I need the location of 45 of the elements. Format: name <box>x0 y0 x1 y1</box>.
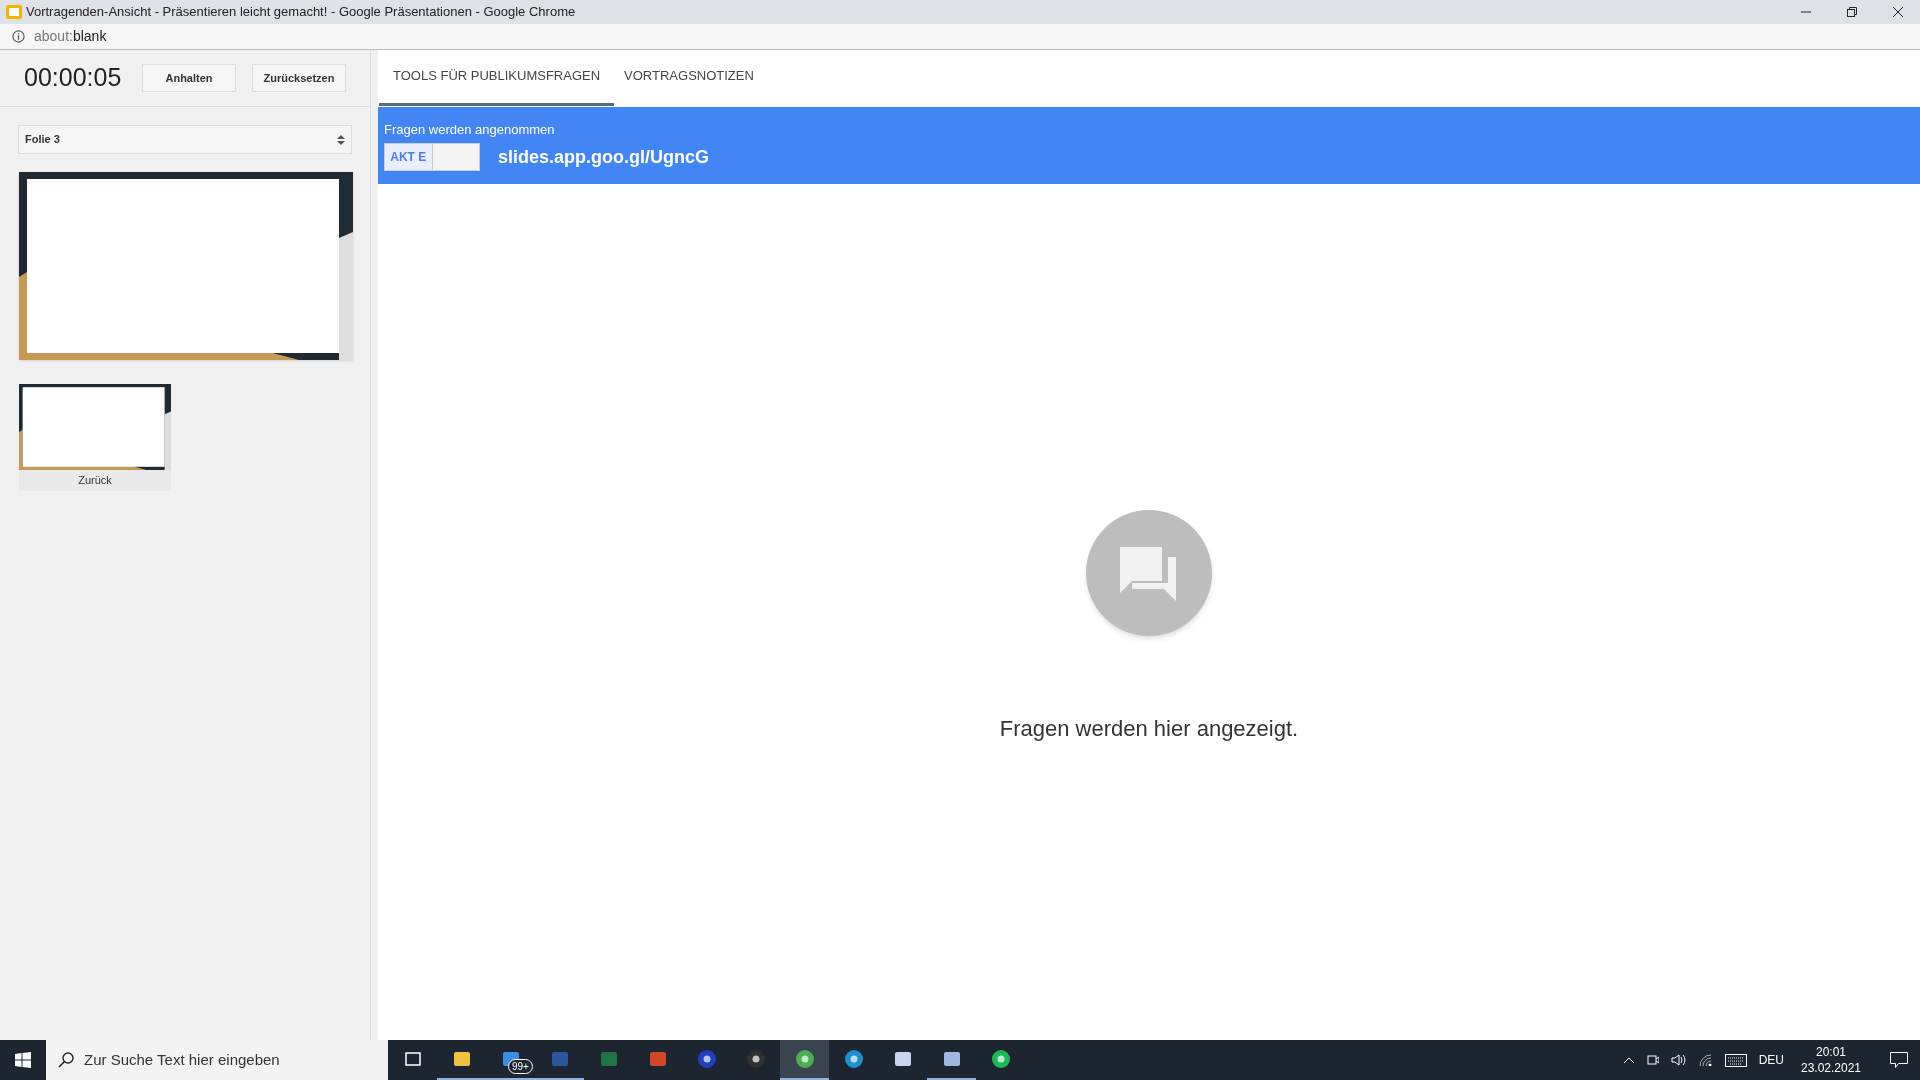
slide-select[interactable]: Folie 3 <box>18 125 352 154</box>
windows-start-icon[interactable] <box>15 1052 31 1068</box>
app-icon <box>647 1049 668 1069</box>
close-icon[interactable] <box>1892 6 1904 18</box>
slide-label: Zurück <box>78 473 112 488</box>
search-field[interactable]: Zur Suche Text hier eingeben <box>46 1040 388 1080</box>
slide-thumbnail[interactable] <box>19 384 171 470</box>
sort-arrows-icon <box>337 133 345 146</box>
wifi-icon[interactable] <box>1698 1054 1713 1066</box>
address-bar[interactable]: about:blank <box>0 24 1920 50</box>
notification-icon[interactable] <box>1890 1052 1908 1068</box>
taskbar-app[interactable] <box>780 1040 829 1080</box>
timer: 00:00:05 <box>24 62 123 94</box>
notification-badge: 99+ <box>508 1059 533 1074</box>
slide-thumbnail[interactable] <box>19 172 353 360</box>
app-icon <box>598 1049 619 1069</box>
app-icon <box>892 1049 913 1069</box>
speaker-icon[interactable] <box>1670 1053 1687 1067</box>
app-icon <box>941 1049 962 1069</box>
app-icon <box>696 1049 717 1069</box>
language-indicator[interactable]: DEU <box>1758 1051 1784 1069</box>
empty-message: Fragen werden hier angezeigt. <box>999 715 1299 743</box>
chevron-up-icon[interactable] <box>1622 1056 1635 1064</box>
app-icon <box>794 1049 815 1069</box>
tab[interactable]: VORTRAGSNOTIZEN <box>614 49 764 106</box>
slides-app-icon <box>6 5 22 19</box>
restore-icon[interactable] <box>1846 6 1858 18</box>
app-icon <box>843 1049 864 1069</box>
taskbar-app[interactable]: 99+ <box>486 1040 535 1080</box>
search-icon <box>58 1052 74 1068</box>
window-title: Vortragenden-Ansicht - Präsentieren leicht gemacht! - Google Präsentationen - Google Chrome <box>26 3 576 22</box>
timer-button[interactable]: Zurücksetzen <box>252 64 346 92</box>
app-icon <box>990 1049 1011 1069</box>
clock[interactable]: 20:01 23.02.2021 <box>1796 1044 1866 1076</box>
info-icon[interactable] <box>12 30 25 43</box>
app-icon <box>745 1049 766 1069</box>
app-icon <box>451 1049 472 1069</box>
camera-icon[interactable] <box>1646 1053 1659 1067</box>
app-icon <box>402 1049 423 1069</box>
timer-button[interactable]: Anhalten <box>142 64 236 92</box>
app-icon <box>549 1049 570 1069</box>
questions-link[interactable]: slides.app.goo.gl/UgncG <box>498 143 710 171</box>
status-text: Fragen werden angenommen <box>384 120 556 139</box>
keyboard-icon[interactable] <box>1724 1053 1747 1067</box>
url-text: about:blank <box>34 27 107 46</box>
